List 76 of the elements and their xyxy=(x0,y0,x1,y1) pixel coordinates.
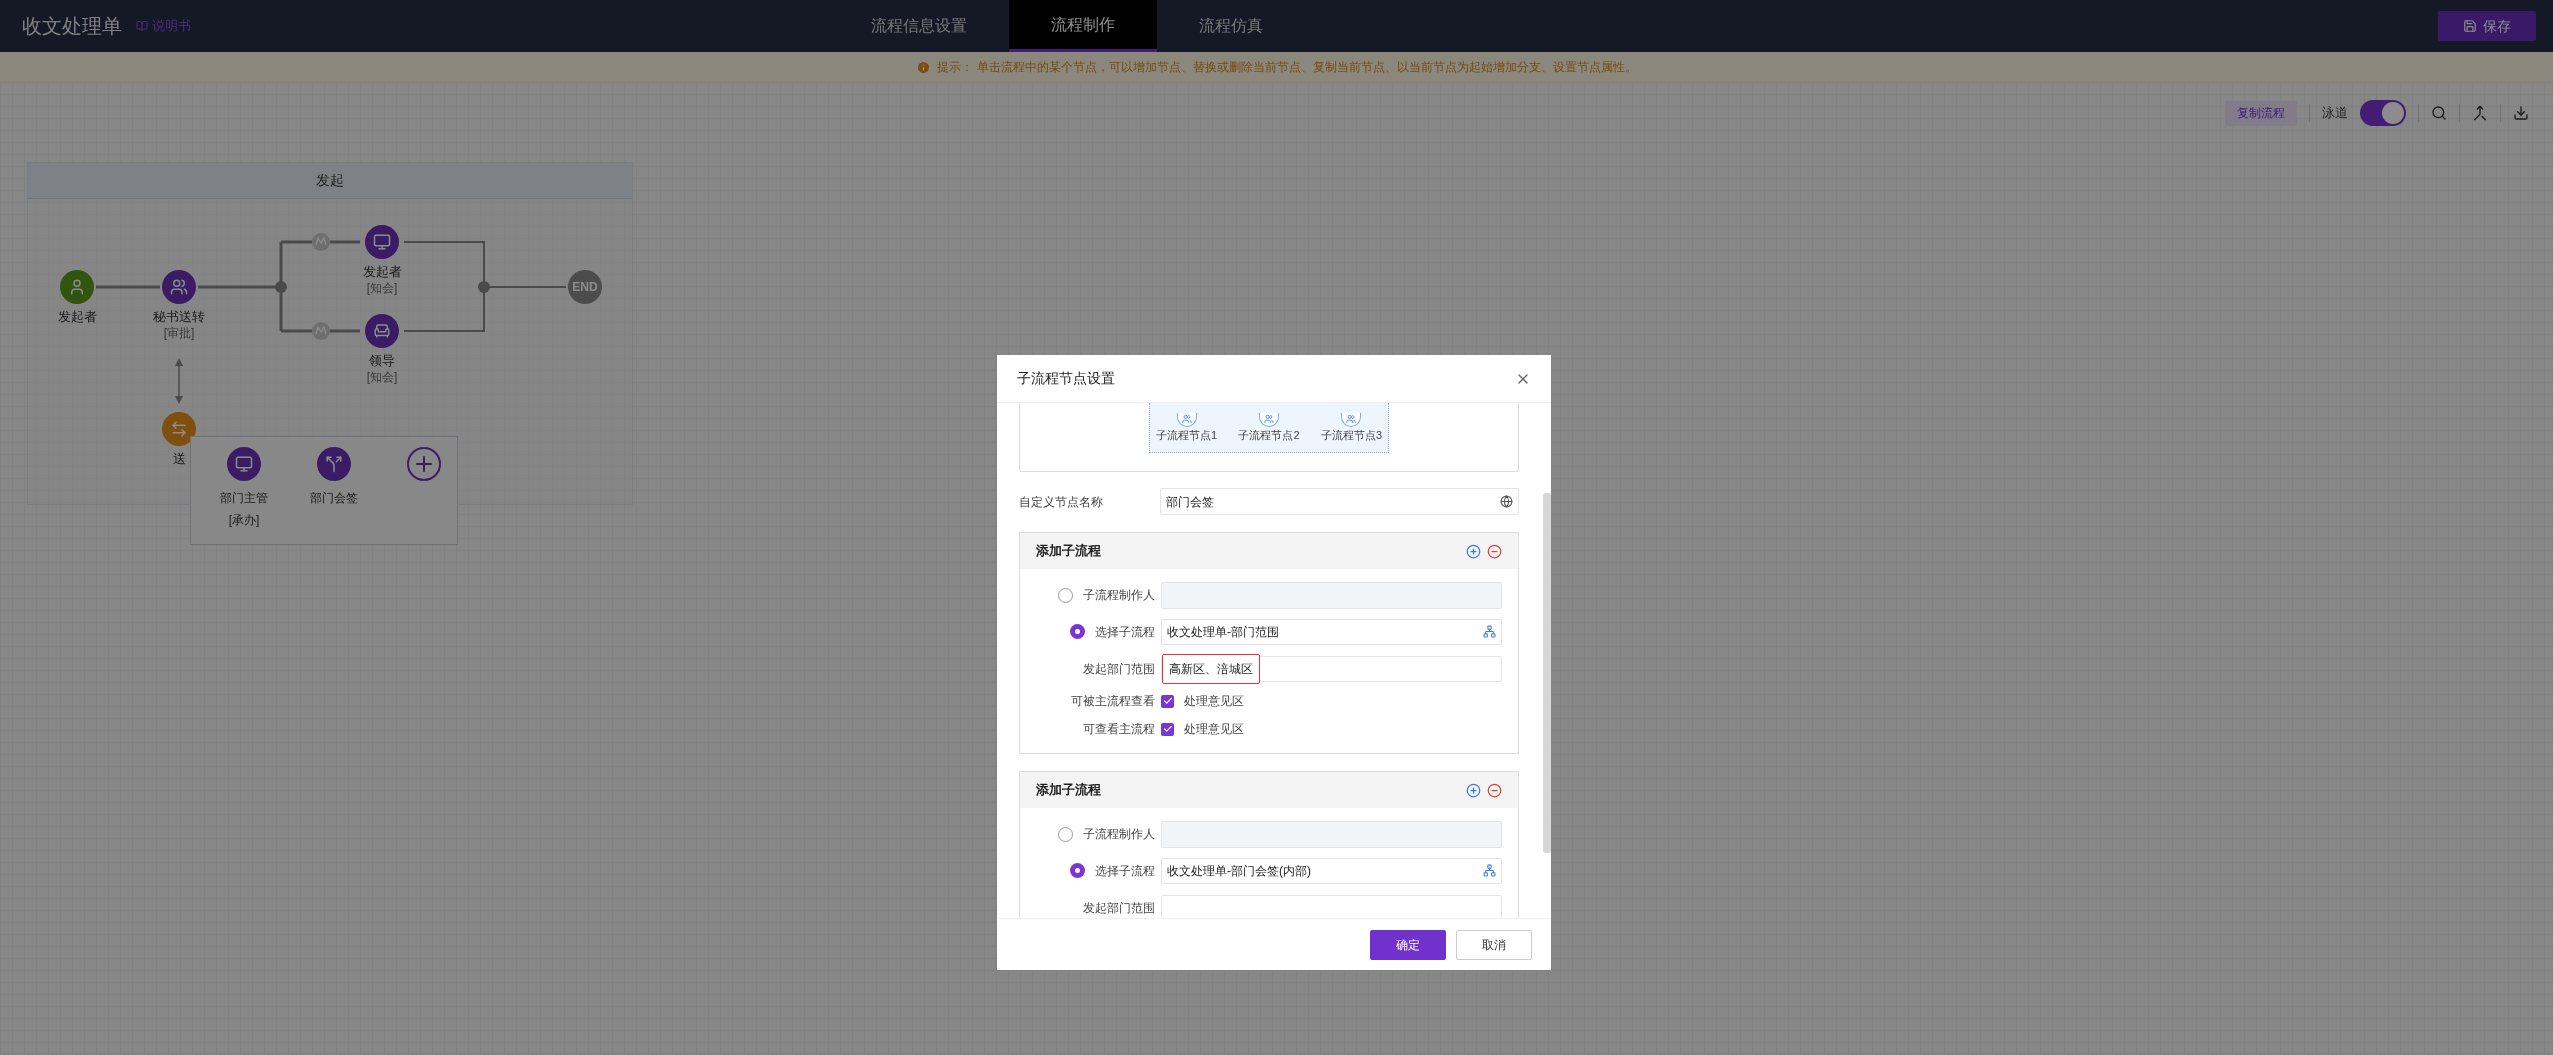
download-icon[interactable] xyxy=(2513,105,2529,121)
node-label: 领导 xyxy=(369,353,395,369)
node-label: 秘书送转 xyxy=(153,309,205,325)
node-name-field[interactable]: 部门会签 xyxy=(1160,488,1519,515)
search-icon[interactable] xyxy=(2431,105,2447,121)
app-title: 收文处理单 xyxy=(22,14,122,39)
add-icon[interactable] xyxy=(1466,782,1481,798)
subflow-node-label: 子流程节点3 xyxy=(1320,427,1382,443)
lane-toggle[interactable] xyxy=(2360,100,2406,126)
node-type-label: [承办] xyxy=(228,512,260,529)
remove-icon[interactable] xyxy=(1487,782,1502,798)
input-field[interactable] xyxy=(1161,820,1502,848)
checkbox-label: 处理意见区 xyxy=(1184,721,1244,738)
node-label: 部门主管 xyxy=(220,490,268,507)
hint-text: 提示： 单击流程中的某个节点，可以增加节点、替换或删除当前节点、复制当前节点、以当前节点为起始增加分支、设置节点属性。 xyxy=(937,59,1637,76)
radio-label: 选择子流程 xyxy=(1095,862,1155,880)
radio-label: 子流程制作人 xyxy=(1083,826,1155,843)
section-title: 添加子流程 xyxy=(1036,781,1101,800)
confirm-button[interactable]: 确定 xyxy=(1370,929,1446,960)
subflow-node-icon xyxy=(1259,412,1279,427)
field-label: 发起部门范围 xyxy=(1083,899,1155,917)
node-type-label: [知会] xyxy=(366,369,398,385)
org-chart-icon[interactable] xyxy=(1483,625,1496,638)
checkbox[interactable] xyxy=(1161,694,1174,708)
input-field[interactable]: 高新区、涪城区 xyxy=(1161,655,1502,682)
add-icon[interactable] xyxy=(407,447,441,481)
save-button[interactable]: 保存 xyxy=(2438,11,2536,41)
subflow-node-icon xyxy=(1176,412,1197,427)
node-type-label: [知会] xyxy=(366,280,398,296)
double-arrow xyxy=(175,358,183,404)
node-label: 发起者 xyxy=(57,309,97,325)
junction-dot xyxy=(275,281,287,293)
connector-line xyxy=(96,285,160,289)
book-icon xyxy=(136,20,148,32)
input-field[interactable] xyxy=(1161,894,1502,918)
branch-icon[interactable] xyxy=(317,447,351,481)
junction-dot xyxy=(478,281,490,293)
org-chart-icon[interactable] xyxy=(1483,864,1496,877)
input-field[interactable] xyxy=(1161,581,1502,609)
node-label: 部门会签 xyxy=(310,490,358,507)
info-icon xyxy=(916,59,932,75)
node-label: 送 xyxy=(172,451,186,467)
radio-label: 子流程制作人 xyxy=(1083,587,1155,604)
tab[interactable]: 流程仿真 xyxy=(1157,0,1305,52)
select-field[interactable]: 收文处理单-部门会签(内部) xyxy=(1161,857,1502,884)
subflow-node-icon xyxy=(1341,412,1362,427)
field-label: 自定义节点名称 xyxy=(1019,493,1104,511)
checkbox-label: 处理意见区 xyxy=(1184,693,1244,710)
field-label: 可查看主流程 xyxy=(1083,721,1155,738)
cancel-button[interactable]: 取消 xyxy=(1456,929,1532,960)
radio-button[interactable] xyxy=(1070,863,1085,878)
field-label: 发起部门范围 xyxy=(1083,660,1155,678)
node-label: 发起者 xyxy=(362,264,402,280)
radio-button[interactable] xyxy=(1058,587,1073,603)
radio-button[interactable] xyxy=(1058,826,1073,842)
modal-title: 子流程节点设置 xyxy=(1017,369,1115,388)
checkbox[interactable] xyxy=(1161,722,1174,736)
subflow-node-label: 子流程节点2 xyxy=(1238,427,1300,443)
merge-icon[interactable] xyxy=(2472,105,2488,121)
radio-button[interactable] xyxy=(1070,624,1085,639)
subflow-node-label: 子流程节点1 xyxy=(1156,427,1218,443)
globe-icon[interactable] xyxy=(1500,495,1513,508)
monitor-icon[interactable] xyxy=(227,447,261,481)
tab[interactable]: 流程制作 xyxy=(1009,0,1157,52)
remove-icon[interactable] xyxy=(1487,543,1502,559)
field-label: 可被主流程查看 xyxy=(1071,693,1155,710)
section-title: 添加子流程 xyxy=(1036,542,1101,561)
tab[interactable]: 流程信息设置 xyxy=(829,0,1009,52)
lane-title: 发起 xyxy=(316,171,344,190)
save-icon xyxy=(2463,19,2477,33)
node-type-label: [审批] xyxy=(163,325,195,341)
select-field[interactable]: 收文处理单-部门范围 xyxy=(1161,618,1502,645)
add-icon[interactable] xyxy=(1466,543,1481,559)
radio-label: 选择子流程 xyxy=(1095,623,1155,641)
lane-label: 泳道 xyxy=(2322,104,2348,123)
scrollbar[interactable] xyxy=(1543,493,1551,853)
